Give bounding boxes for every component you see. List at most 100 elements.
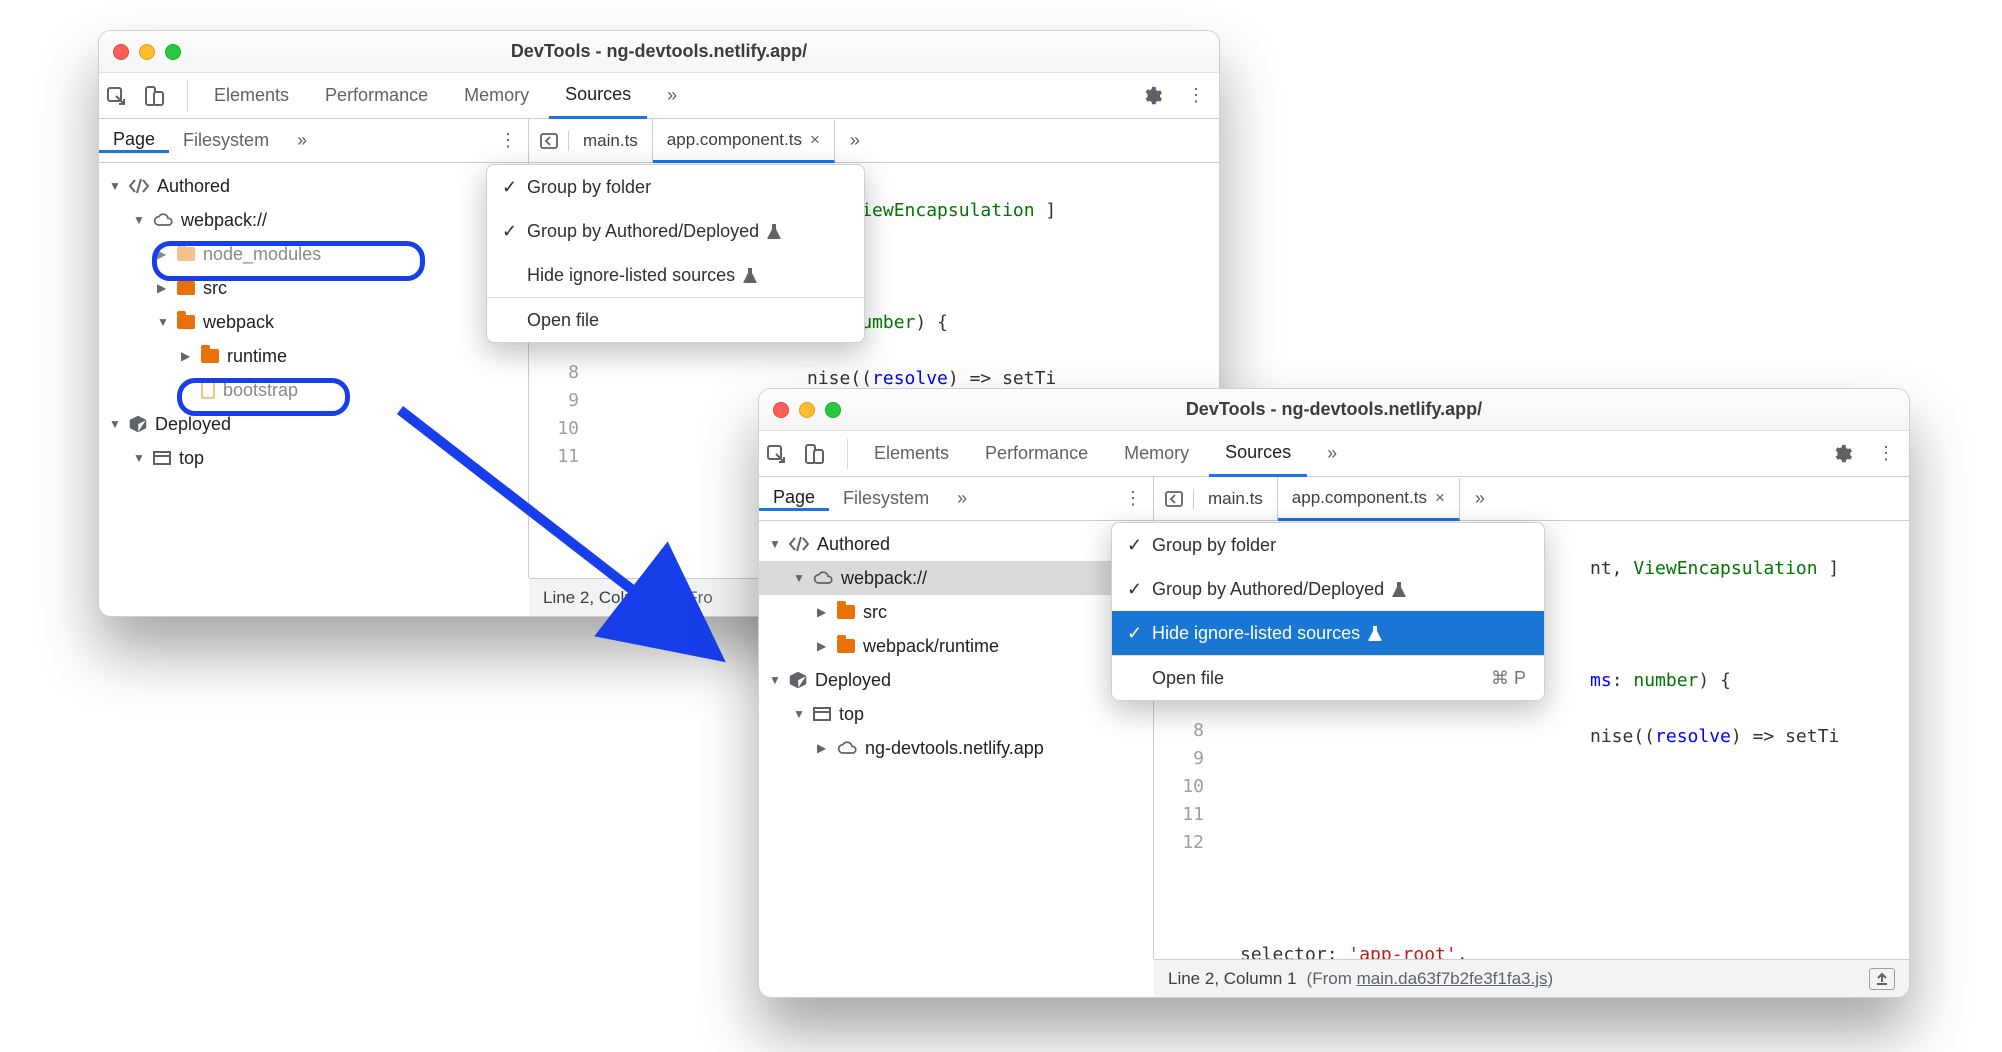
file-tabs-overflow[interactable]: » bbox=[1460, 488, 1500, 509]
devtools-window-2: DevTools - ng-devtools.netlify.app/ Elem… bbox=[758, 388, 1910, 998]
sources-subbar: Page Filesystem » ⋮ main.ts app.componen… bbox=[759, 477, 1909, 521]
more-options-icon[interactable]: ⋮ bbox=[1113, 488, 1153, 509]
tree-authored[interactable]: ▼ Authored bbox=[759, 527, 1153, 561]
tree-deployed[interactable]: ▼ Deployed bbox=[99, 407, 528, 441]
menu-group-by-folder[interactable]: ✓ Group by folder bbox=[1112, 523, 1544, 567]
cloud-icon bbox=[837, 740, 857, 756]
close-icon[interactable]: × bbox=[1435, 488, 1445, 508]
tree-webpack-folder[interactable]: ▼ webpack bbox=[99, 305, 528, 339]
tree-webpack-runtime[interactable]: ▶ webpack/runtime bbox=[759, 629, 1153, 663]
kebab-icon[interactable]: ⋮ bbox=[1869, 443, 1903, 464]
menu-open-file[interactable]: Open file bbox=[487, 298, 864, 342]
show-source-icon[interactable] bbox=[1869, 968, 1895, 990]
tree-webpack-scheme[interactable]: ▼ webpack:// bbox=[99, 203, 528, 237]
zoom-icon[interactable] bbox=[165, 44, 181, 60]
tab-memory[interactable]: Memory bbox=[448, 73, 545, 118]
context-menu[interactable]: ✓ Group by folder ✓ Group by Authored/De… bbox=[1111, 522, 1545, 701]
folder-icon bbox=[837, 605, 855, 619]
context-menu[interactable]: ✓ Group by folder ✓ Group by Authored/De… bbox=[486, 164, 865, 343]
cursor-position: Line 2, Column 1 bbox=[1168, 969, 1297, 989]
menu-open-file[interactable]: Open file ⌘ P bbox=[1112, 656, 1544, 700]
top-toolbar: Elements Performance Memory Sources » ⋮ bbox=[99, 73, 1219, 119]
tree-bootstrap[interactable]: ▶ bootstrap bbox=[99, 373, 528, 407]
subtab-page[interactable]: Page bbox=[759, 487, 829, 511]
tab-sources[interactable]: Sources bbox=[549, 74, 647, 119]
menu-group-by-authored-deployed[interactable]: ✓ Group by Authored/Deployed bbox=[1112, 567, 1544, 611]
check-icon: ✓ bbox=[502, 177, 517, 198]
subtab-filesystem[interactable]: Filesystem bbox=[169, 130, 283, 151]
tree-src[interactable]: ▶ src bbox=[99, 271, 528, 305]
tab-elements[interactable]: Elements bbox=[858, 431, 965, 476]
tree-runtime[interactable]: ▶ runtime bbox=[99, 339, 528, 373]
gear-icon[interactable] bbox=[1141, 85, 1175, 107]
source-map-link[interactable]: main.da63f7b2fe3f1fa3.js bbox=[1357, 969, 1548, 988]
separator bbox=[847, 439, 848, 469]
tab-elements[interactable]: Elements bbox=[198, 73, 305, 118]
file-tab-main[interactable]: main.ts bbox=[1194, 477, 1278, 520]
device-toggle-icon[interactable] bbox=[143, 85, 177, 107]
file-tab-main[interactable]: main.ts bbox=[569, 119, 653, 162]
tab-memory[interactable]: Memory bbox=[1108, 431, 1205, 476]
sources-subbar: Page Filesystem » ⋮ main.ts app.componen… bbox=[99, 119, 1219, 163]
keyboard-shortcut: ⌘ P bbox=[1491, 668, 1526, 689]
cursor-position: Line 2, Column 1 bbox=[543, 588, 672, 608]
cube-icon bbox=[789, 671, 807, 689]
subtab-filesystem[interactable]: Filesystem bbox=[829, 488, 943, 509]
subtabs-overflow[interactable]: » bbox=[943, 488, 981, 509]
flask-icon bbox=[767, 223, 781, 239]
minimize-icon[interactable] bbox=[139, 44, 155, 60]
inspect-icon[interactable] bbox=[765, 443, 799, 465]
subtab-page[interactable]: Page bbox=[99, 129, 169, 153]
file-tabs-overflow[interactable]: » bbox=[835, 130, 875, 151]
code-icon bbox=[789, 536, 809, 552]
device-toggle-icon[interactable] bbox=[803, 443, 837, 465]
zoom-icon[interactable] bbox=[825, 402, 841, 418]
folder-icon bbox=[837, 639, 855, 653]
kebab-icon[interactable]: ⋮ bbox=[1179, 85, 1213, 106]
check-icon: ✓ bbox=[1127, 535, 1142, 556]
cloud-icon bbox=[153, 212, 173, 228]
tab-performance[interactable]: Performance bbox=[969, 431, 1104, 476]
gear-icon[interactable] bbox=[1831, 443, 1865, 465]
nav-back-icon[interactable] bbox=[529, 131, 569, 151]
from-source: (Fro bbox=[682, 588, 713, 608]
menu-group-by-authored-deployed[interactable]: ✓ Group by Authored/Deployed bbox=[487, 209, 864, 253]
menu-hide-ignore-listed[interactable]: Hide ignore-listed sources bbox=[487, 253, 864, 297]
traffic-lights bbox=[113, 44, 181, 60]
tab-sources[interactable]: Sources bbox=[1209, 432, 1307, 477]
tree-top[interactable]: ▼ top bbox=[759, 697, 1153, 731]
flask-icon bbox=[743, 267, 757, 283]
window-title: DevTools - ng-devtools.netlify.app/ bbox=[99, 41, 1219, 62]
menu-hide-ignore-listed[interactable]: ✓ Hide ignore-listed sources bbox=[1112, 611, 1544, 655]
tabs-overflow[interactable]: » bbox=[1311, 431, 1353, 476]
tree-top[interactable]: ▼ top bbox=[99, 441, 528, 475]
close-icon[interactable] bbox=[113, 44, 129, 60]
tree-node-modules[interactable]: ▶ node_modules bbox=[99, 237, 528, 271]
inspect-icon[interactable] bbox=[105, 85, 139, 107]
tabs-overflow[interactable]: » bbox=[651, 73, 693, 118]
file-tree[interactable]: ▼ Authored ▼ webpack:// ▶ node_modules ▶… bbox=[99, 163, 529, 578]
subtabs-overflow[interactable]: » bbox=[283, 130, 321, 151]
tree-netlify-domain[interactable]: ▶ ng-devtools.netlify.app bbox=[759, 731, 1153, 765]
file-tree[interactable]: ▼ Authored ▼ webpack:// ▶ src ▶ webpack/… bbox=[759, 521, 1154, 959]
tree-authored[interactable]: ▼ Authored bbox=[99, 169, 528, 203]
minimize-icon[interactable] bbox=[799, 402, 815, 418]
window-icon bbox=[813, 707, 831, 721]
check-icon: ✓ bbox=[502, 221, 517, 242]
menu-group-by-folder[interactable]: ✓ Group by folder bbox=[487, 165, 864, 209]
folder-icon bbox=[177, 247, 195, 261]
nav-back-icon[interactable] bbox=[1154, 489, 1194, 509]
from-source: (From main.da63f7b2fe3f1fa3.js) bbox=[1307, 969, 1554, 989]
tab-performance[interactable]: Performance bbox=[309, 73, 444, 118]
more-options-icon[interactable]: ⋮ bbox=[488, 130, 528, 151]
file-tab-app-component[interactable]: app.component.ts × bbox=[653, 120, 835, 163]
close-icon[interactable] bbox=[773, 402, 789, 418]
tree-src[interactable]: ▶ src bbox=[759, 595, 1153, 629]
close-icon[interactable]: × bbox=[810, 130, 820, 150]
tree-deployed[interactable]: ▼ Deployed bbox=[759, 663, 1153, 697]
tree-webpack-scheme[interactable]: ▼ webpack:// bbox=[759, 561, 1153, 595]
separator bbox=[187, 81, 188, 111]
file-tab-app-component[interactable]: app.component.ts × bbox=[1278, 478, 1460, 521]
code-icon bbox=[129, 178, 149, 194]
folder-icon bbox=[201, 349, 219, 363]
